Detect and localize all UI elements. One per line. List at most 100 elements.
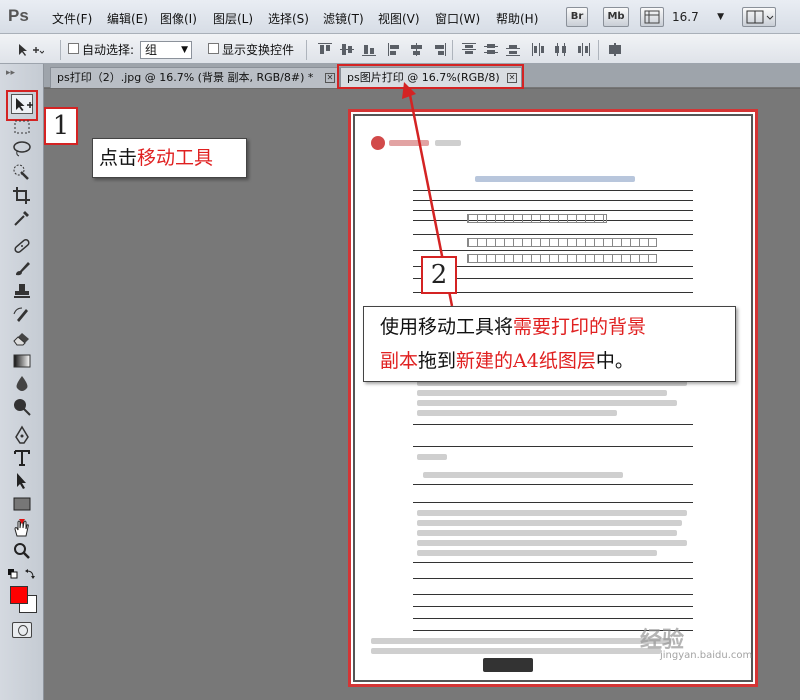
distribute-bottom-icon[interactable] <box>506 43 520 56</box>
form-table-top <box>413 190 693 191</box>
grid-icon <box>644 10 660 24</box>
menu-view[interactable]: 视图(V) <box>378 10 420 27</box>
form-line <box>413 200 693 201</box>
path-selection-tool[interactable] <box>11 471 33 491</box>
distribute-vertical-center-icon[interactable] <box>484 43 498 56</box>
marquee-tool[interactable] <box>11 117 33 137</box>
menu-window[interactable]: 窗口(W) <box>435 10 480 27</box>
zoom-level-select[interactable]: 16.7 ▼ <box>672 8 726 26</box>
pen-tool[interactable] <box>11 425 33 445</box>
distribute-horizontal-center-icon[interactable] <box>554 43 568 56</box>
menu-layer[interactable]: 图层(L) <box>213 10 253 27</box>
align-horizontal-center-icon[interactable] <box>410 43 424 56</box>
healing-brush-tool[interactable] <box>11 236 33 256</box>
form-title-blur <box>475 176 635 182</box>
show-transform-checkbox[interactable] <box>208 43 219 54</box>
pen-nib-icon <box>15 425 29 444</box>
marquee-icon <box>14 120 30 134</box>
chevron-down-icon: ▼ <box>181 45 188 55</box>
quick-selection-tool[interactable] <box>11 162 33 182</box>
auto-select-label: 自动选择: <box>82 43 135 57</box>
bank-logo <box>371 136 385 150</box>
callout-drag-layer: 使用移动工具将需要打印的背景 副本拖到新建的A4纸图层中。 <box>363 306 736 382</box>
menu-edit[interactable]: 编辑(E) <box>107 10 148 27</box>
auto-select-checkbox[interactable] <box>68 43 79 54</box>
zoom-tool[interactable] <box>11 541 33 561</box>
menu-file[interactable]: 文件(F) <box>52 10 92 27</box>
eraser-icon <box>13 333 29 346</box>
panel-collapse-grip[interactable]: ▸▸ <box>6 68 36 78</box>
menu-image[interactable]: 图像(I) <box>160 10 197 27</box>
separator <box>306 40 307 60</box>
brush-tool[interactable] <box>11 259 33 279</box>
form-line <box>413 502 693 503</box>
pointer-arrow-icon <box>17 473 26 489</box>
move-tool[interactable] <box>11 94 33 114</box>
bridge-button[interactable]: Br <box>566 7 588 27</box>
form-text-blur <box>417 510 687 516</box>
dodge-tool[interactable] <box>11 397 33 417</box>
lasso-icon <box>13 141 31 157</box>
auto-align-layers-icon[interactable] <box>608 43 622 56</box>
form-text-blur <box>417 410 617 416</box>
clone-stamp-tool[interactable] <box>11 282 33 302</box>
menu-select[interactable]: 选择(S) <box>268 10 309 27</box>
quick-mask-button[interactable] <box>12 622 32 638</box>
align-right-icon[interactable] <box>432 43 446 56</box>
crop-tool[interactable] <box>11 185 33 205</box>
brush-icon <box>16 262 30 276</box>
form-text-blur <box>417 550 657 556</box>
hand-icon <box>14 519 29 537</box>
move-arrow-icon <box>16 98 33 111</box>
align-bottom-icon[interactable] <box>362 43 376 56</box>
blur-tool[interactable] <box>11 374 33 394</box>
hand-tool[interactable] <box>11 518 33 538</box>
close-icon[interactable]: ✕ <box>325 73 335 83</box>
form-text-blur <box>371 638 671 644</box>
align-left-icon[interactable] <box>388 43 402 56</box>
gradient-tool[interactable] <box>11 351 33 371</box>
scanned-form-image <box>353 114 753 682</box>
arrange-documents-button[interactable] <box>742 7 776 27</box>
tab-highlight-box <box>337 64 524 89</box>
eyedropper-icon <box>14 211 29 226</box>
default-colors-icon[interactable] <box>7 568 37 582</box>
separator <box>598 40 599 60</box>
a4-document-canvas[interactable] <box>348 109 758 687</box>
align-top-icon[interactable] <box>318 43 332 56</box>
rectangle-icon <box>13 497 31 511</box>
form-cells <box>467 254 657 263</box>
distribute-right-icon[interactable] <box>576 43 590 56</box>
menu-help[interactable]: 帮助(H) <box>496 10 538 27</box>
chevron-down-icon: ▼ <box>717 12 724 22</box>
callout-click-move-tool: 点击移动工具 <box>92 138 247 178</box>
form-line <box>413 606 693 607</box>
menu-filter[interactable]: 滤镜(T) <box>323 10 364 27</box>
align-vertical-center-icon[interactable] <box>340 43 354 56</box>
rectangle-tool[interactable] <box>11 494 33 514</box>
bank-name-blur <box>389 140 429 146</box>
eraser-tool[interactable] <box>11 328 33 348</box>
auto-select-target-select[interactable]: 组 ▼ <box>140 41 192 59</box>
form-line <box>413 484 693 485</box>
lasso-tool[interactable] <box>11 139 33 159</box>
barcode <box>483 658 533 672</box>
dodge-icon <box>14 399 31 416</box>
view-extras-button[interactable] <box>640 7 664 27</box>
form-line <box>413 446 693 447</box>
foreground-color-swatch[interactable] <box>10 586 28 604</box>
crop-icon <box>13 187 30 204</box>
type-tool[interactable] <box>11 448 33 468</box>
mini-bridge-button[interactable]: Mb <box>603 7 629 27</box>
move-tool-preset-icon[interactable] <box>16 42 44 58</box>
watermark-url: jingyan.baidu.com <box>660 650 753 661</box>
distribute-top-icon[interactable] <box>462 43 476 56</box>
history-brush-tool[interactable] <box>11 305 33 325</box>
tab-label: ps打印（2）.jpg @ 16.7% (背景 副本, RGB/8#) * <box>57 71 314 84</box>
show-transform-label: 显示变换控件 <box>222 43 295 57</box>
photoshop-logo: Ps <box>8 6 29 25</box>
distribute-left-icon[interactable] <box>532 43 546 56</box>
eyedropper-tool[interactable] <box>11 208 33 228</box>
tab-ps-print-jpg[interactable]: ps打印（2）.jpg @ 16.7% (背景 副本, RGB/8#) * ✕ <box>50 67 340 88</box>
form-line <box>413 594 693 595</box>
